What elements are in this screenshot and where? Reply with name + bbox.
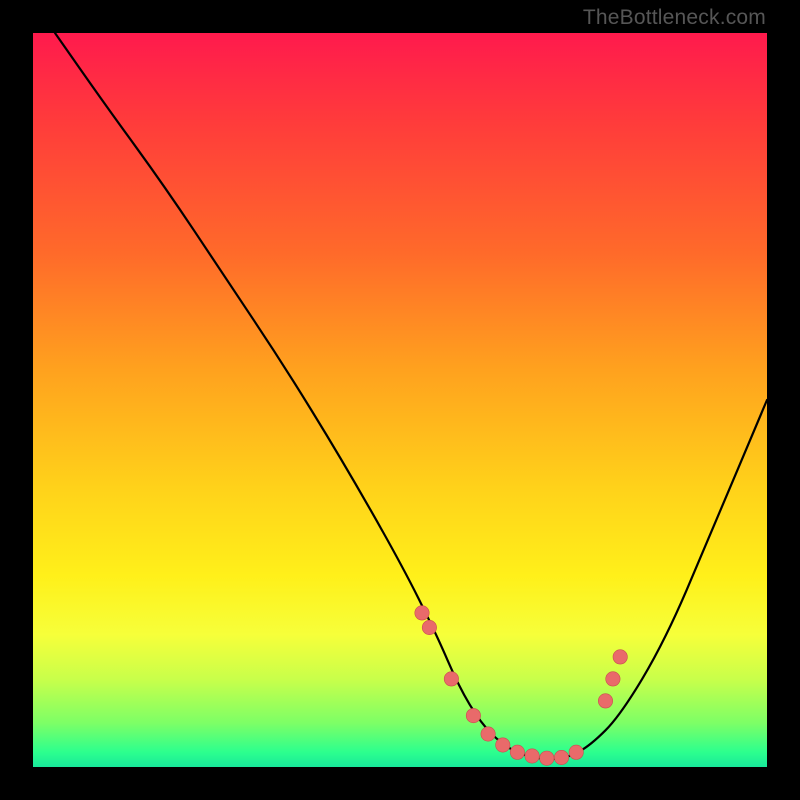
highlight-dot xyxy=(510,745,524,759)
highlight-dot xyxy=(598,694,612,708)
curve-layer xyxy=(33,33,767,767)
highlight-dot xyxy=(496,738,510,752)
highlight-dot xyxy=(466,708,480,722)
highlight-dot xyxy=(422,620,436,634)
highlight-dot xyxy=(525,749,539,763)
highlight-dot xyxy=(415,606,429,620)
bottleneck-curve xyxy=(55,33,767,759)
highlight-dot xyxy=(606,672,620,686)
highlight-dot xyxy=(554,750,568,764)
highlight-dots-group xyxy=(415,606,628,766)
highlight-dot xyxy=(613,650,627,664)
highlight-dot xyxy=(569,745,583,759)
chart-root: TheBottleneck.com xyxy=(0,0,800,800)
highlight-dot xyxy=(444,672,458,686)
highlight-dot xyxy=(481,727,495,741)
plot-area xyxy=(33,33,767,767)
attribution-label: TheBottleneck.com xyxy=(583,6,766,30)
highlight-dot xyxy=(540,751,554,765)
